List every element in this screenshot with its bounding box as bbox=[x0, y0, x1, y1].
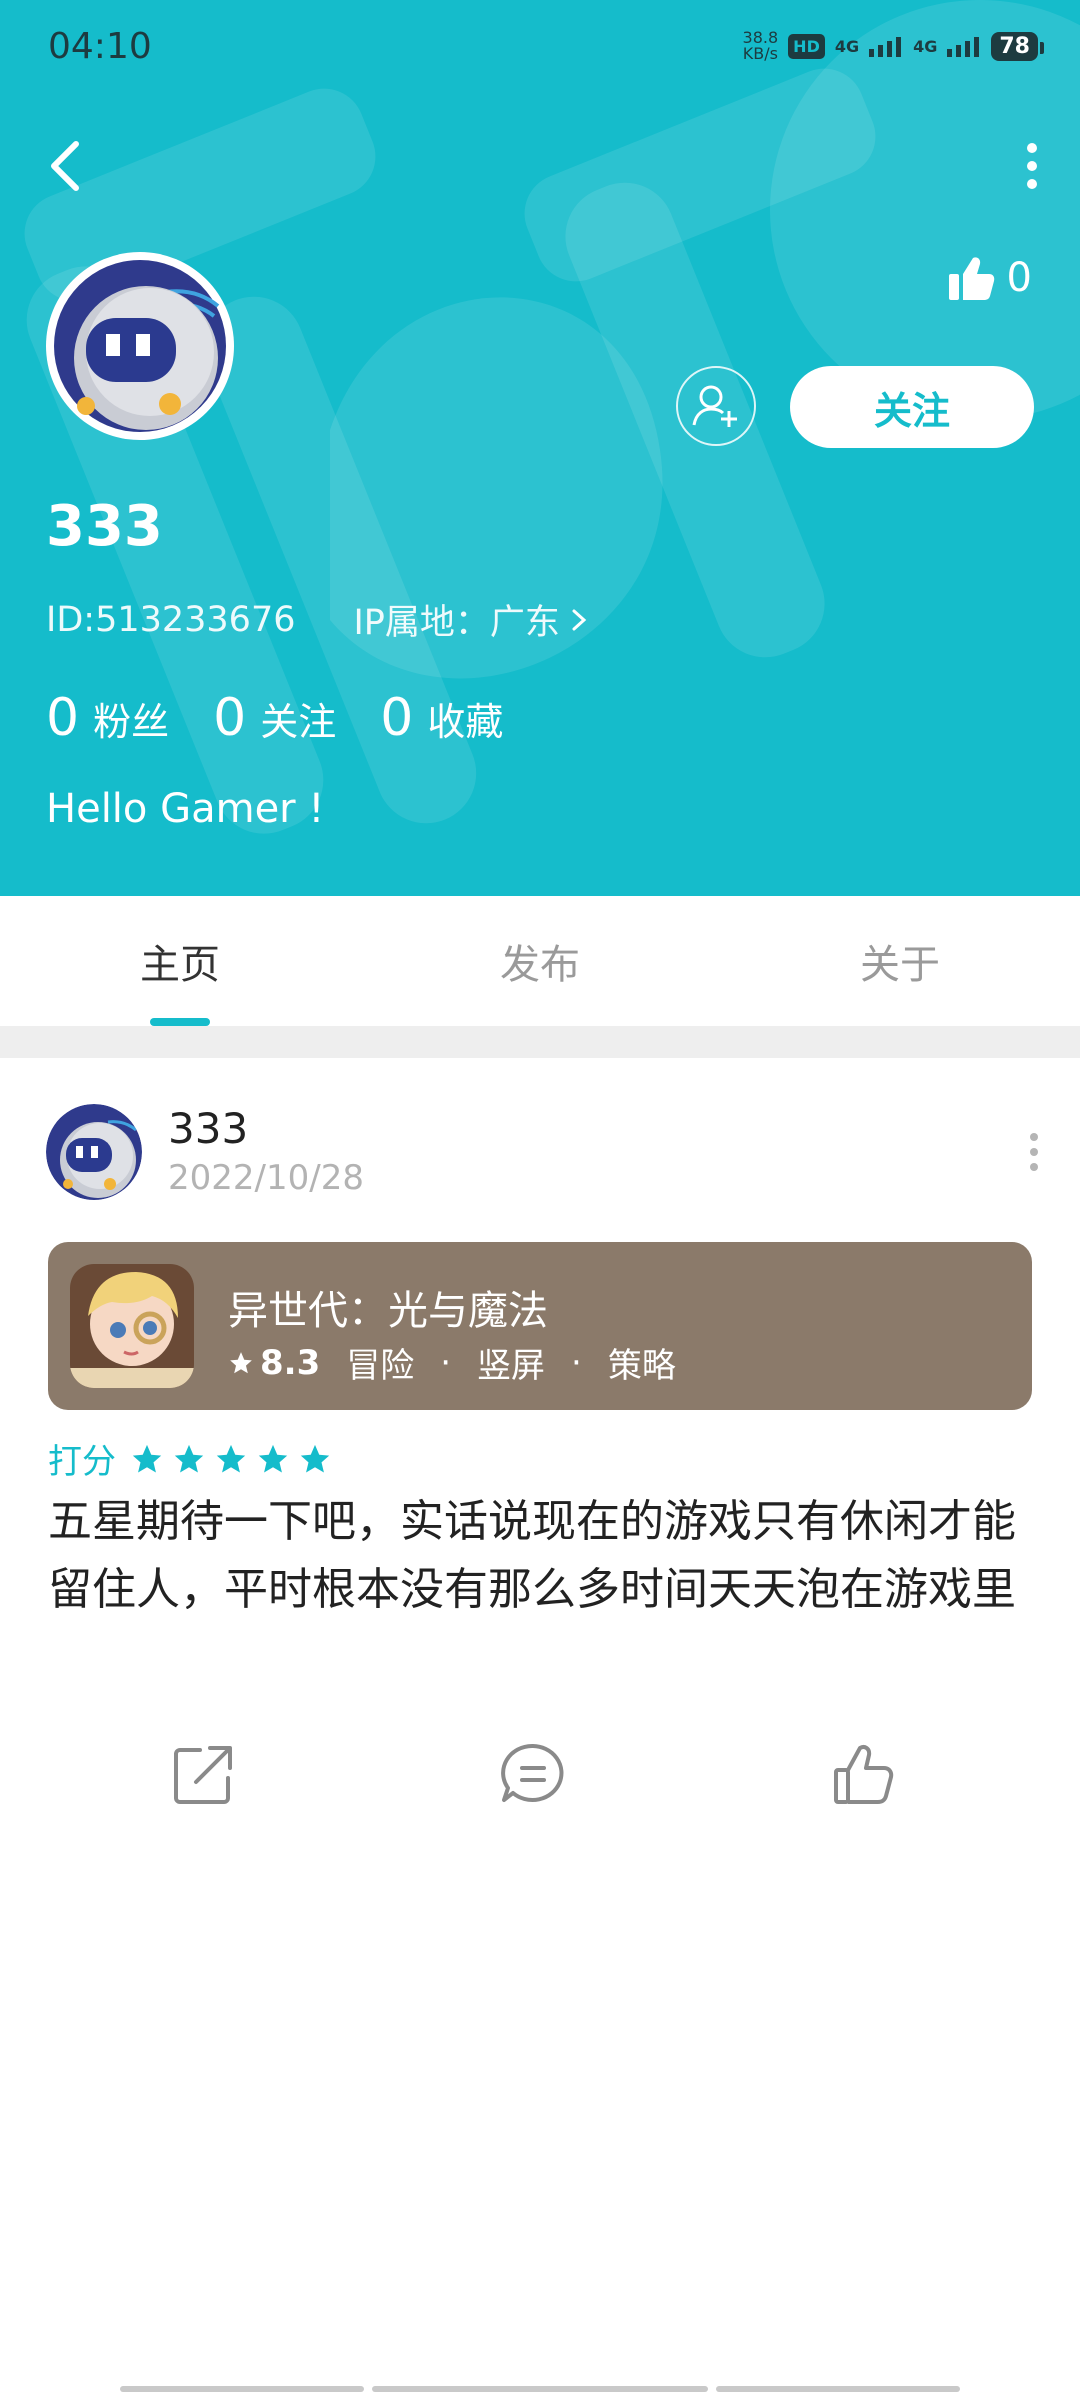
follow-button[interactable]: 关注 bbox=[790, 366, 1034, 448]
star-icon bbox=[230, 1351, 252, 1373]
post-username[interactable]: 333 bbox=[168, 1104, 248, 1153]
game-tag: 策略 bbox=[607, 1346, 676, 1386]
profile-stats: 0 粉丝 0 关注 0 收藏 bbox=[46, 688, 547, 748]
star-icon bbox=[300, 1444, 330, 1472]
battery-icon: 78 bbox=[991, 31, 1044, 61]
post-actions bbox=[0, 1740, 1080, 1820]
profile-bio: Hello Gamer ! bbox=[46, 786, 325, 832]
game-icon bbox=[70, 1264, 194, 1388]
ip-location: IP属地：广东 bbox=[353, 603, 560, 643]
sim2-network-label: 4G bbox=[913, 36, 938, 56]
avatar[interactable] bbox=[46, 252, 234, 440]
profile-meta: ID:513233676 IP属地：广东 bbox=[46, 594, 590, 645]
nav-gesture-bar bbox=[716, 2386, 960, 2392]
signal-icon bbox=[947, 37, 980, 57]
star-icon bbox=[132, 1444, 162, 1472]
stat-fans[interactable]: 0 粉丝 bbox=[46, 688, 169, 748]
post-date: 2022/10/28 bbox=[168, 1158, 364, 1198]
user-id: ID:513233676 bbox=[46, 599, 296, 640]
status-time: 04:10 bbox=[48, 26, 152, 67]
active-tab-indicator bbox=[150, 1018, 210, 1026]
star-icon bbox=[216, 1444, 246, 1472]
section-divider bbox=[0, 1026, 1080, 1058]
add-user-icon bbox=[692, 385, 737, 427]
profile-tabs: 主页 发布 关于 bbox=[0, 896, 1080, 1026]
game-tag: 竖屏 bbox=[477, 1346, 546, 1386]
nav-gesture-bar bbox=[120, 2386, 364, 2392]
more-vertical-icon[interactable] bbox=[1028, 1132, 1040, 1172]
stat-following[interactable]: 0 关注 bbox=[213, 688, 336, 748]
watermark-logo bbox=[24, 0, 1080, 834]
star-icon bbox=[174, 1444, 204, 1472]
tab-home[interactable]: 主页 bbox=[30, 932, 330, 990]
star-icon bbox=[258, 1444, 288, 1472]
nav-gesture-bar bbox=[372, 2386, 708, 2392]
rating-row: 打分 bbox=[48, 1434, 332, 1483]
hd-icon: HD bbox=[788, 33, 825, 59]
status-bar: 04:10 38.8 KB/s HD 4G 4G 78 bbox=[0, 0, 1080, 100]
status-icons: 38.8 KB/s HD 4G 4G 78 bbox=[742, 28, 1044, 63]
sim1-network-label: 4G bbox=[834, 36, 860, 56]
likes-count: 0 bbox=[1006, 255, 1032, 301]
tab-about[interactable]: 关于 bbox=[750, 932, 1050, 990]
game-score: 8.3 bbox=[260, 1342, 321, 1383]
game-card[interactable]: 异世代：光与魔法 8.3 冒险 · 竖屏 · 策略 bbox=[48, 1242, 1032, 1410]
back-icon[interactable] bbox=[44, 140, 88, 192]
rating-stars bbox=[130, 1442, 332, 1476]
stat-favorites[interactable]: 0 收藏 bbox=[380, 688, 503, 748]
tab-posts[interactable]: 发布 bbox=[390, 932, 690, 990]
profile-username: 333 bbox=[46, 494, 163, 559]
thumbs-up-icon[interactable] bbox=[830, 1740, 900, 1810]
game-name: 异世代：光与魔法 bbox=[228, 1288, 548, 1334]
profile-header: 04:10 38.8 KB/s HD 4G 4G 78 0 关注 333 ID:… bbox=[0, 0, 1080, 896]
signal-icon bbox=[869, 37, 902, 57]
add-friend-button[interactable] bbox=[676, 366, 756, 446]
thumbs-up-icon bbox=[948, 257, 994, 300]
profile-likes[interactable]: 0 bbox=[947, 254, 1032, 302]
chevron-right-icon bbox=[572, 609, 587, 630]
rating-label: 打分 bbox=[48, 1442, 116, 1482]
comment-icon[interactable] bbox=[498, 1740, 568, 1810]
game-info: 8.3 冒险 · 竖屏 · 策略 bbox=[228, 1338, 676, 1387]
share-icon[interactable] bbox=[168, 1740, 238, 1810]
ip-location-link[interactable]: IP属地：广东 bbox=[353, 594, 589, 645]
post-text[interactable]: 五星期待一下吧，实话说现在的游戏只有休闲才能留住人，平时根本没有那么多时间天天泡… bbox=[48, 1488, 1038, 1624]
more-vertical-icon[interactable] bbox=[1022, 140, 1042, 192]
game-tag: 冒险 bbox=[346, 1346, 415, 1386]
net-speed: 38.8 KB/s bbox=[742, 28, 779, 63]
post-avatar[interactable] bbox=[46, 1104, 142, 1200]
